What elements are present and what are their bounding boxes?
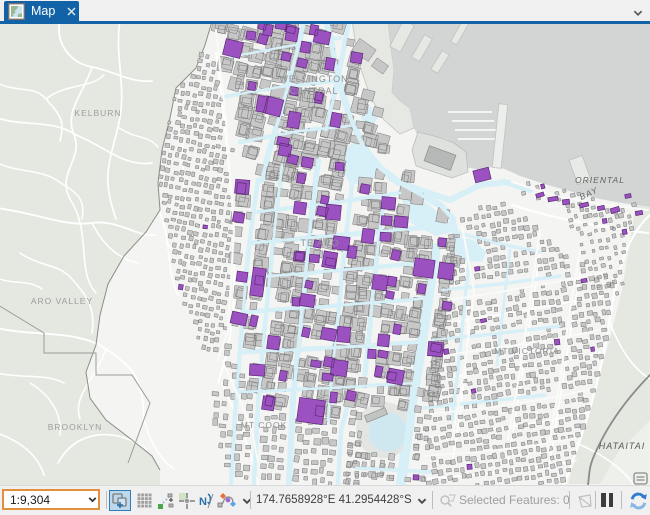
svg-text:CENTRAL: CENTRAL (289, 86, 338, 96)
svg-text:WELLINGTON: WELLINGTON (279, 74, 348, 84)
svg-text:TE ARO: TE ARO (300, 238, 339, 248)
svg-text:HATAITAI: HATAITAI (599, 441, 646, 451)
svg-text:MT COOK: MT COOK (241, 420, 288, 430)
svg-text:KELBURN: KELBURN (74, 108, 121, 118)
svg-text:BROOKLYN: BROOKLYN (48, 422, 103, 432)
svg-text:ARO VALLEY: ARO VALLEY (31, 296, 93, 306)
svg-text:N: N (199, 496, 207, 508)
svg-text:ORIENTAL: ORIENTAL (575, 175, 625, 185)
svg-text:MT VICTORIA: MT VICTORIA (494, 346, 559, 356)
